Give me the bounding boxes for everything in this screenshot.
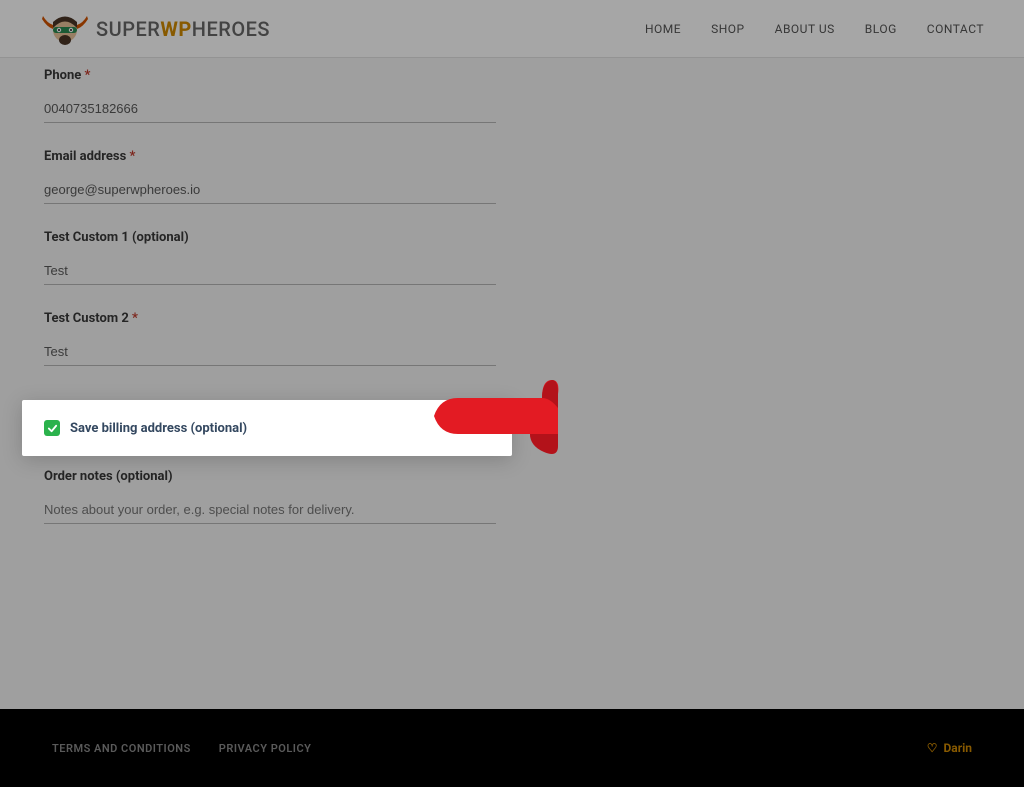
custom2-input[interactable] [44, 340, 496, 366]
nav-shop[interactable]: SHOP [711, 22, 745, 36]
checkbox-checked-icon [44, 420, 60, 436]
logo-text: SUPERWPHEROES [96, 17, 270, 41]
primary-nav: HOME SHOP ABOUT US BLOG CONTACT [645, 22, 984, 36]
field-email: Email address * [44, 149, 496, 204]
heart-icon: ♡ [927, 741, 938, 755]
footer-privacy-link[interactable]: PRIVACY POLICY [219, 742, 312, 755]
footer-credit: ♡ Darin [927, 741, 972, 755]
email-label: Email address * [44, 149, 496, 164]
custom2-label: Test Custom 2 * [44, 311, 496, 326]
order-notes-input[interactable] [44, 498, 496, 524]
field-custom2: Test Custom 2 * [44, 311, 496, 366]
phone-label: Phone * [44, 68, 496, 83]
field-order-notes: Order notes (optional) [44, 469, 496, 524]
email-input[interactable] [44, 178, 496, 204]
site-footer: TERMS AND CONDITIONS PRIVACY POLICY ♡ Da… [0, 709, 1024, 787]
footer-credit-name: Darin [943, 741, 972, 755]
site-logo[interactable]: SUPERWPHEROES [40, 9, 270, 49]
footer-links: TERMS AND CONDITIONS PRIVACY POLICY [52, 742, 311, 755]
checkout-form: Phone * Email address * Test Custom 1 (o… [0, 58, 1024, 550]
nav-contact[interactable]: CONTACT [927, 22, 984, 36]
save-billing-highlight[interactable]: Save billing address (optional) [22, 400, 512, 456]
hero-logo-icon [40, 9, 90, 49]
save-billing-label: Save billing address (optional) [70, 421, 247, 436]
order-notes-label: Order notes (optional) [44, 469, 496, 484]
custom1-input[interactable] [44, 259, 496, 285]
nav-blog[interactable]: BLOG [865, 22, 897, 36]
site-header: SUPERWPHEROES HOME SHOP ABOUT US BLOG CO… [0, 0, 1024, 58]
nav-home[interactable]: HOME [645, 22, 681, 36]
phone-input[interactable] [44, 97, 496, 123]
custom1-label: Test Custom 1 (optional) [44, 230, 496, 245]
callout-ribbon-icon [430, 368, 560, 460]
nav-about[interactable]: ABOUT US [775, 22, 835, 36]
field-custom1: Test Custom 1 (optional) [44, 230, 496, 285]
field-phone: Phone * [44, 68, 496, 123]
footer-terms-link[interactable]: TERMS AND CONDITIONS [52, 742, 191, 755]
